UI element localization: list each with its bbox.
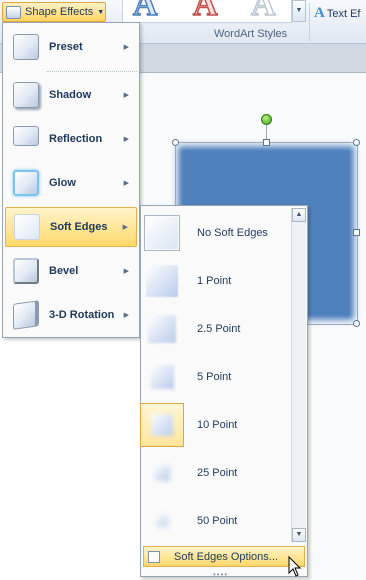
resize-grip[interactable]: •••• [213,570,228,579]
wordart-styles-gallery[interactable]: A A A [122,0,292,23]
menu-item-soft-edges[interactable]: Soft Edges ▶ [5,207,137,247]
chevron-down-icon: ▼ [97,8,105,16]
menu-item-label: Preset [49,41,83,53]
soft-edge-label: No Soft Edges [197,227,268,239]
soft-edge-option-1pt[interactable]: 1 Point [144,259,289,303]
bevel-icon [13,258,39,284]
soft-edge-option-none[interactable]: No Soft Edges [144,211,289,255]
resize-handle-top-right[interactable] [353,139,360,146]
menu-item-label: 3-D Rotation [49,309,115,321]
3d-rotation-icon [13,300,39,330]
shadow-icon [13,82,39,108]
text-effects-button[interactable]: A Text Ef [314,5,360,22]
chevron-right-icon: ▶ [123,312,129,319]
menu-item-bevel[interactable]: Bevel ▶ [5,251,137,291]
menu-item-label: Soft Edges [50,221,108,233]
chevron-right-icon: ▶ [123,268,129,275]
text-effects-label: Text Ef [326,7,361,20]
soft-edge-label: 1 Point [197,275,232,287]
soft-edge-label: 25 Point [197,467,238,479]
soft-edge-1pt-thumbnail [144,263,180,299]
no-soft-edges-thumbnail [144,215,180,251]
wordart-style-red[interactable]: A [192,0,218,22]
menu-item-3d-rotation[interactable]: 3-D Rotation ▶ [5,295,137,335]
soft-edges-gallery: No Soft Edges 1 Point 2.5 Point 5 Point … [140,205,308,579]
soft-edges-icon [14,214,40,240]
menu-item-label: Reflection [49,133,103,145]
shape-effects-menu: Preset ▶ Shadow ▶ Reflection ▶ Glow ▶ So… [2,22,140,338]
soft-edge-2-5pt-thumbnail [144,311,180,347]
options-icon [148,550,160,563]
chevron-right-icon: ▶ [122,224,128,231]
scroll-down-button[interactable]: ▼ [292,528,306,542]
menu-item-label: Glow [49,177,76,189]
resize-handle-bottom-right[interactable] [353,320,360,327]
resize-handle-top[interactable] [263,139,270,146]
shape-effects-icon [6,5,21,19]
menu-item-preset[interactable]: Preset ▶ [5,27,137,67]
menu-item-reflection[interactable]: Reflection ▶ [5,119,137,159]
soft-edges-options-label: Soft Edges Options... [174,550,278,563]
preset-icon [13,34,39,60]
resize-handle-right[interactable] [353,229,360,236]
resize-handle-top-left[interactable] [172,139,179,146]
shape-effects-label: Shape Effects [25,6,94,18]
chevron-right-icon: ▶ [123,44,129,51]
shape-effects-button[interactable]: Shape Effects ▼ [2,2,106,22]
soft-edge-option-50pt[interactable]: 50 Point [144,499,289,543]
soft-edge-10pt-thumbnail [140,403,184,447]
wordart-styles-group-label: WordArt Styles [214,28,288,40]
mouse-pointer-icon [288,556,302,577]
scroll-up-button[interactable]: ▲ [292,208,306,222]
soft-edge-label: 5 Point [197,371,232,383]
ribbon-separator [309,3,310,41]
menu-item-shadow[interactable]: Shadow ▶ [5,75,137,115]
rotation-handle[interactable] [261,114,272,125]
text-effects-icon: A [314,5,325,21]
soft-edge-option-10pt[interactable]: 10 Point [140,403,289,447]
glow-icon [13,170,39,196]
chevron-right-icon: ▶ [123,180,129,187]
menu-item-label: Shadow [49,89,92,101]
soft-edge-5pt-thumbnail [144,359,180,395]
soft-edge-option-5pt[interactable]: 5 Point [144,355,289,399]
soft-edge-option-2-5pt[interactable]: 2.5 Point [144,307,289,351]
soft-edge-25pt-thumbnail [144,455,180,491]
gallery-scrollbar[interactable]: ▲ ▼ [291,208,306,542]
soft-edge-label: 10 Point [197,419,238,431]
menu-separator [47,71,137,72]
chevron-right-icon: ▶ [123,136,129,143]
gallery-more-button[interactable]: ▼ [292,0,306,22]
soft-edge-label: 50 Point [197,515,238,527]
wordart-style-blue[interactable]: A [132,0,158,22]
menu-item-glow[interactable]: Glow ▶ [5,163,137,203]
soft-edge-label: 2.5 Point [197,323,241,335]
soft-edge-50pt-thumbnail [144,503,180,539]
chevron-right-icon: ▶ [123,92,129,99]
soft-edge-option-25pt[interactable]: 25 Point [144,451,289,495]
reflection-icon [13,126,39,146]
soft-edges-options-button[interactable]: Soft Edges Options... [143,546,305,567]
wordart-style-white[interactable]: A [250,0,276,22]
menu-item-label: Bevel [49,265,79,277]
